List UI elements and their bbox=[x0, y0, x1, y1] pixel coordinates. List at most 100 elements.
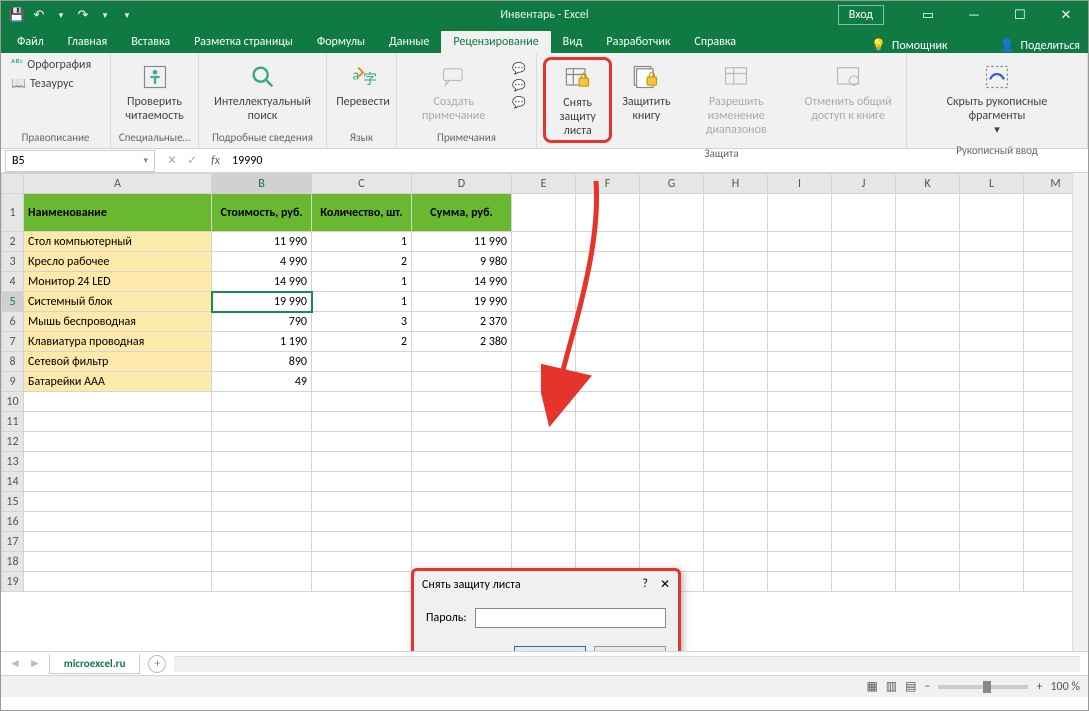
cell[interactable] bbox=[896, 492, 960, 512]
undo-icon[interactable]: ↶ bbox=[31, 7, 47, 23]
cell[interactable] bbox=[212, 452, 312, 472]
zoom-level[interactable]: 100 % bbox=[1050, 680, 1080, 694]
cell[interactable] bbox=[768, 272, 832, 292]
cell[interactable] bbox=[412, 472, 512, 492]
cell[interactable] bbox=[412, 512, 512, 532]
sheet-tab[interactable]: microexcel.ru bbox=[49, 654, 141, 674]
cell[interactable] bbox=[512, 352, 576, 372]
thesaurus-button[interactable]: 📖Тезаурус bbox=[7, 75, 78, 92]
cell[interactable] bbox=[24, 472, 212, 492]
cell[interactable] bbox=[960, 352, 1024, 372]
cell[interactable] bbox=[960, 194, 1024, 232]
cell[interactable] bbox=[768, 232, 832, 252]
cell[interactable] bbox=[24, 432, 212, 452]
cell[interactable] bbox=[640, 432, 704, 452]
zoom-in-button[interactable]: + bbox=[1036, 680, 1042, 694]
cell[interactable] bbox=[312, 552, 412, 572]
cell[interactable] bbox=[704, 292, 768, 312]
cell[interactable] bbox=[24, 412, 212, 432]
qat-dropdown-icon[interactable]: ▾ bbox=[97, 7, 113, 23]
cell[interactable] bbox=[640, 512, 704, 532]
cell[interactable] bbox=[640, 332, 704, 352]
row-header[interactable]: 6 bbox=[2, 312, 24, 332]
tell-me-button[interactable]: Помощник bbox=[892, 39, 948, 53]
tab-view[interactable]: Вид bbox=[551, 31, 595, 53]
cell[interactable] bbox=[896, 392, 960, 412]
cell[interactable]: 2 bbox=[312, 252, 412, 272]
cell[interactable] bbox=[832, 352, 896, 372]
cell[interactable] bbox=[212, 392, 312, 412]
cell[interactable] bbox=[212, 492, 312, 512]
new-sheet-button[interactable]: + bbox=[148, 655, 166, 673]
cell[interactable]: 14 990 bbox=[412, 272, 512, 292]
cell[interactable] bbox=[768, 352, 832, 372]
cell[interactable] bbox=[832, 452, 896, 472]
cell[interactable] bbox=[896, 432, 960, 452]
col-header-C[interactable]: C bbox=[312, 174, 412, 194]
cell[interactable] bbox=[212, 552, 312, 572]
tab-page-layout[interactable]: Разметка страницы bbox=[182, 31, 305, 53]
row-header[interactable]: 8 bbox=[2, 352, 24, 372]
cell[interactable] bbox=[768, 252, 832, 272]
cell[interactable] bbox=[960, 412, 1024, 432]
cell[interactable] bbox=[704, 532, 768, 552]
cell[interactable] bbox=[768, 532, 832, 552]
cell[interactable] bbox=[312, 472, 412, 492]
cell[interactable]: 11 990 bbox=[412, 232, 512, 252]
cell[interactable]: 1 bbox=[312, 232, 412, 252]
cell[interactable] bbox=[412, 412, 512, 432]
row-header[interactable]: 16 bbox=[2, 512, 24, 532]
cell[interactable] bbox=[768, 372, 832, 392]
cell[interactable] bbox=[512, 392, 576, 412]
cell[interactable]: Клавиатура проводная bbox=[24, 332, 212, 352]
dialog-help-button[interactable]: ? bbox=[642, 577, 648, 592]
tab-home[interactable]: Главная bbox=[56, 31, 119, 53]
cell[interactable]: Монитор 24 LED bbox=[24, 272, 212, 292]
cell[interactable] bbox=[576, 512, 640, 532]
col-header-K[interactable]: K bbox=[896, 174, 960, 194]
cell[interactable] bbox=[704, 332, 768, 352]
cell[interactable] bbox=[704, 272, 768, 292]
cell[interactable]: 14 990 bbox=[212, 272, 312, 292]
tab-insert[interactable]: Вставка bbox=[119, 31, 182, 53]
cell[interactable] bbox=[896, 332, 960, 352]
cell[interactable] bbox=[24, 392, 212, 412]
cell[interactable] bbox=[768, 552, 832, 572]
cell[interactable] bbox=[312, 452, 412, 472]
select-all[interactable] bbox=[2, 174, 24, 194]
cell[interactable]: Мышь беспроводная bbox=[24, 312, 212, 332]
redo-icon[interactable]: ↷ bbox=[75, 7, 91, 23]
sheet-nav-next-icon[interactable]: ► bbox=[29, 656, 41, 671]
row-header[interactable]: 9 bbox=[2, 372, 24, 392]
col-header-L[interactable]: L bbox=[960, 174, 1024, 194]
cell[interactable] bbox=[24, 452, 212, 472]
cell[interactable] bbox=[896, 312, 960, 332]
cell[interactable] bbox=[512, 312, 576, 332]
cell[interactable]: 3 bbox=[312, 312, 412, 332]
cell[interactable] bbox=[312, 352, 412, 372]
cell[interactable] bbox=[640, 252, 704, 272]
cell[interactable]: 11 990 bbox=[212, 232, 312, 252]
cell[interactable] bbox=[704, 372, 768, 392]
cell[interactable] bbox=[212, 432, 312, 452]
cell[interactable]: 49 bbox=[212, 372, 312, 392]
cell[interactable] bbox=[832, 252, 896, 272]
cell[interactable] bbox=[832, 292, 896, 312]
row-header[interactable]: 4 bbox=[2, 272, 24, 292]
cell[interactable] bbox=[704, 572, 768, 592]
cell[interactable] bbox=[576, 352, 640, 372]
row-header[interactable]: 15 bbox=[2, 492, 24, 512]
cell[interactable]: Батарейки AAA bbox=[24, 372, 212, 392]
cell[interactable] bbox=[512, 232, 576, 252]
cell[interactable] bbox=[640, 372, 704, 392]
cell[interactable] bbox=[640, 472, 704, 492]
cell[interactable] bbox=[576, 492, 640, 512]
cell[interactable] bbox=[512, 194, 576, 232]
header-qty[interactable]: Количество, шт. bbox=[312, 194, 412, 232]
zoom-out-button[interactable]: − bbox=[924, 680, 930, 694]
cell[interactable] bbox=[640, 194, 704, 232]
cell[interactable] bbox=[896, 252, 960, 272]
col-header-H[interactable]: H bbox=[704, 174, 768, 194]
cell[interactable] bbox=[704, 252, 768, 272]
cell[interactable] bbox=[576, 432, 640, 452]
